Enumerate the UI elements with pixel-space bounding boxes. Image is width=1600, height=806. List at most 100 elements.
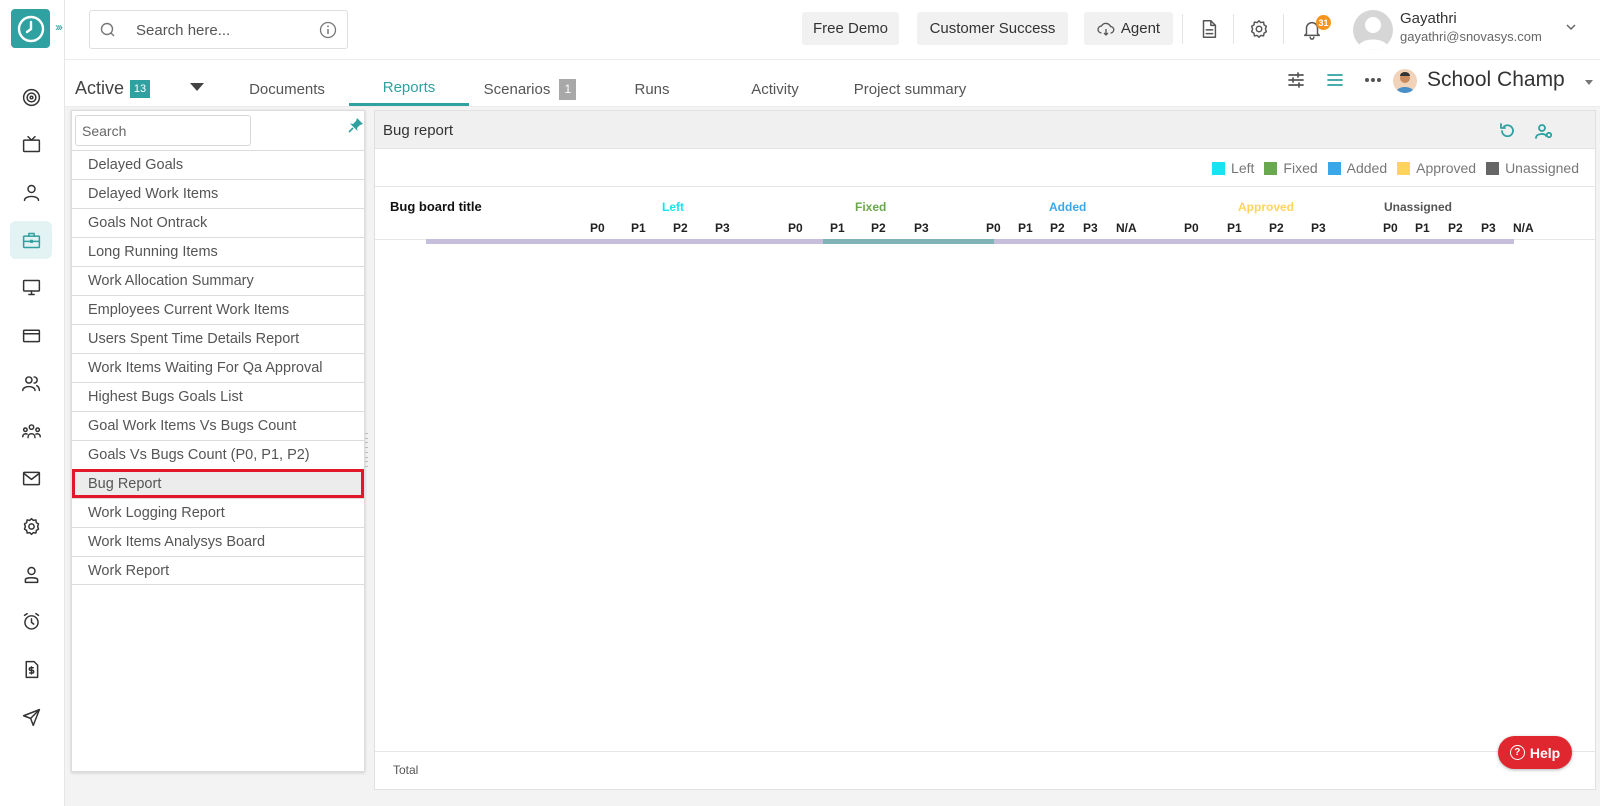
pin-icon[interactable] — [348, 117, 364, 133]
project-avatar-icon — [1396, 72, 1414, 93]
group-label-fixed: Fixed — [855, 200, 887, 214]
report-item-users-spent-time[interactable]: Users Spent Time Details Report — [72, 324, 364, 353]
report-viewer: Bug report Left Fixed Added Approved Una… — [374, 110, 1596, 790]
notification-count-badge: 31 — [1316, 15, 1331, 30]
report-item-delayed-work-items[interactable]: Delayed Work Items — [72, 179, 364, 208]
panel-resize-handle[interactable] — [363, 433, 369, 467]
content-area: Delayed Goals Delayed Work Items Goals N… — [65, 107, 1600, 806]
header-scroll-track-left — [426, 239, 823, 244]
unassigned-p1-header: P1 — [1415, 221, 1430, 235]
legend-item-left: Left — [1212, 160, 1254, 176]
user-name: Gayathri — [1400, 10, 1457, 27]
legend-label-fixed: Fixed — [1283, 160, 1318, 176]
avatar[interactable] — [1353, 10, 1393, 50]
tab-runs[interactable]: Runs — [592, 72, 712, 106]
total-label: Total — [393, 763, 419, 777]
search-icon — [100, 22, 115, 37]
legend-item-fixed: Fixed — [1264, 160, 1318, 176]
chevron-down-icon[interactable] — [1566, 22, 1576, 32]
list-view-icon[interactable] — [1325, 70, 1345, 90]
report-list-panel: Delayed Goals Delayed Work Items Goals N… — [71, 110, 365, 772]
document-icon[interactable] — [1198, 18, 1222, 42]
help-button[interactable]: ? Help — [1498, 736, 1572, 769]
scenarios-count-badge: 1 — [559, 78, 577, 100]
report-item-goals-vs-bugs-count[interactable]: Goals Vs Bugs Count (P0, P1, P2) — [72, 440, 364, 469]
expand-nav-icon[interactable]: ››› — [55, 20, 63, 34]
report-item-goals-not-ontrack[interactable]: Goals Not Ontrack — [72, 208, 364, 237]
legend-swatch-added — [1327, 161, 1341, 175]
briefcase-icon[interactable] — [10, 221, 52, 259]
report-title: Bug report — [383, 122, 454, 139]
project-avatar[interactable] — [1393, 69, 1417, 93]
report-item-work-items-analysis-board[interactable]: Work Items Analysys Board — [72, 527, 364, 556]
tab-reports[interactable]: Reports — [349, 72, 469, 106]
user-icon[interactable] — [10, 173, 52, 211]
users-icon[interactable] — [10, 364, 52, 402]
unassigned-p2-header: P2 — [1448, 221, 1463, 235]
report-item-waiting-qa-approval[interactable]: Work Items Waiting For Qa Approval — [72, 353, 364, 382]
person-badge-icon[interactable] — [10, 555, 52, 593]
alarm-clock-icon[interactable] — [10, 602, 52, 640]
dashboard-icon[interactable] — [10, 78, 52, 116]
agent-button[interactable]: Agent — [1084, 12, 1173, 45]
report-item-delayed-goals[interactable]: Delayed Goals — [72, 150, 364, 179]
report-viewer-header: Bug report — [375, 111, 1595, 149]
caret-down-icon[interactable] — [190, 83, 204, 91]
free-demo-button[interactable]: Free Demo — [802, 12, 899, 45]
report-item-highest-bugs-goals[interactable]: Highest Bugs Goals List — [72, 382, 364, 411]
approved-p2-header: P2 — [1269, 221, 1284, 235]
filter-sliders-icon[interactable] — [1286, 70, 1306, 90]
gear-icon[interactable] — [1248, 18, 1272, 42]
report-item-long-running-items[interactable]: Long Running Items — [72, 237, 364, 266]
active-filter-label[interactable]: Active — [75, 78, 124, 99]
legend-swatch-unassigned — [1486, 161, 1500, 175]
search-input[interactable] — [136, 19, 306, 41]
left-p1-header: P1 — [631, 221, 646, 235]
fixed-p3-header: P3 — [914, 221, 929, 235]
refresh-icon[interactable] — [1498, 122, 1516, 140]
app-root: ››› Search here... Free Demo Customer Su… — [0, 0, 1600, 806]
tv-icon[interactable] — [10, 125, 52, 163]
unassigned-p0-header: P0 — [1383, 221, 1398, 235]
agent-label: Agent — [1120, 20, 1161, 37]
approved-p1-header: P1 — [1227, 221, 1242, 235]
monitor-icon[interactable] — [10, 268, 52, 306]
team-icon[interactable] — [10, 412, 52, 450]
report-item-bug-report[interactable]: Bug Report — [72, 469, 364, 498]
header-scroll-thumb[interactable] — [823, 239, 994, 244]
tab-project-summary[interactable]: Project summary — [835, 72, 985, 106]
report-item-work-allocation-summary[interactable]: Work Allocation Summary — [72, 266, 364, 295]
report-search — [75, 115, 251, 146]
user-settings-icon[interactable] — [1535, 122, 1553, 140]
info-icon[interactable] — [319, 21, 337, 39]
report-item-work-logging-report[interactable]: Work Logging Report — [72, 498, 364, 527]
tab-activity[interactable]: Activity — [715, 72, 835, 106]
fixed-p0-header: P0 — [788, 221, 803, 235]
tab-scenarios[interactable]: Scenarios 1 — [470, 72, 590, 106]
active-count-badge: 13 — [130, 80, 150, 98]
customer-success-button[interactable]: Customer Success — [917, 12, 1068, 45]
send-icon[interactable] — [10, 698, 52, 736]
mail-icon[interactable] — [10, 459, 52, 497]
total-row: Total — [375, 751, 1595, 789]
report-item-employees-current-work-items[interactable]: Employees Current Work Items — [72, 295, 364, 324]
invoice-icon[interactable] — [10, 650, 52, 688]
report-item-goal-work-items-vs-bugs[interactable]: Goal Work Items Vs Bugs Count — [72, 411, 364, 440]
tab-documents[interactable]: Documents — [222, 72, 352, 106]
report-search-input[interactable] — [76, 116, 250, 145]
more-options-icon[interactable] — [1363, 70, 1383, 90]
project-caret-icon[interactable] — [1585, 80, 1593, 85]
legend-item-approved: Approved — [1397, 160, 1476, 176]
report-item-work-report[interactable]: Work Report — [72, 556, 364, 585]
unassigned-p3-header: P3 — [1481, 221, 1496, 235]
credit-card-icon[interactable] — [10, 316, 52, 354]
help-label: Help — [1529, 744, 1561, 761]
project-name[interactable]: School Champ — [1427, 68, 1565, 92]
added-p0-header: P0 — [986, 221, 1001, 235]
group-label-unassigned: Unassigned — [1384, 200, 1453, 214]
settings-icon[interactable] — [10, 507, 52, 545]
tab-scenarios-label: Scenarios — [483, 80, 551, 98]
legend-swatch-left — [1212, 161, 1226, 175]
left-p2-header: P2 — [673, 221, 688, 235]
app-logo[interactable] — [11, 9, 50, 48]
